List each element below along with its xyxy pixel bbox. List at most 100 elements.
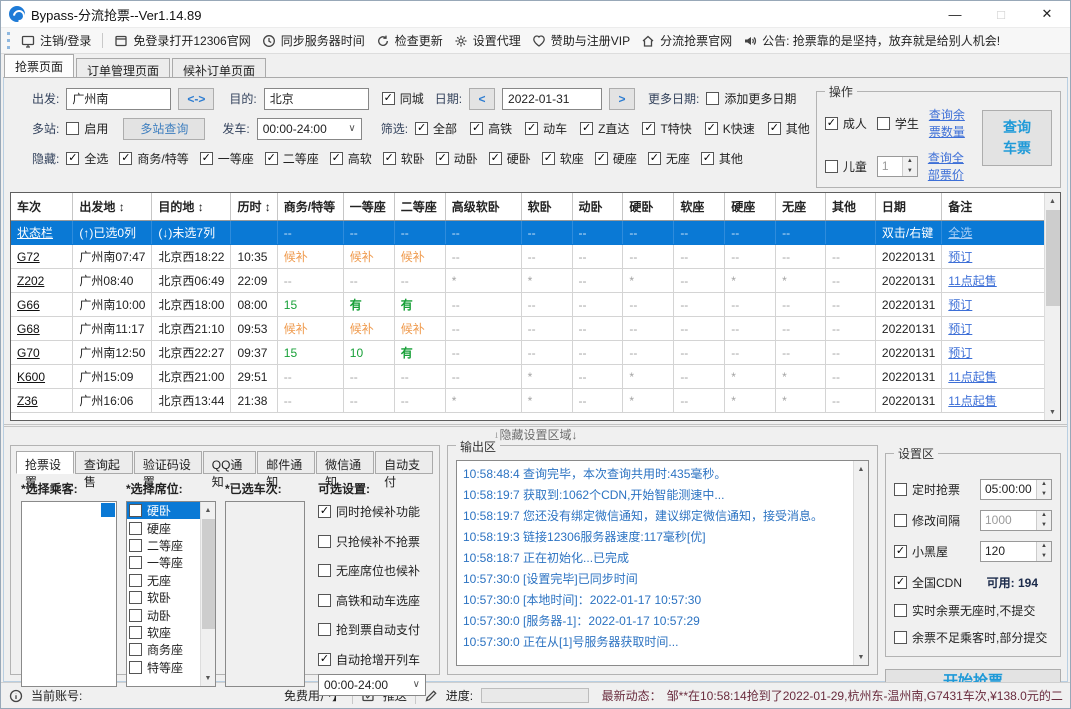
column-header[interactable]: 商务/特等	[277, 193, 344, 221]
train-number-link[interactable]: G72	[17, 250, 40, 264]
child-count-spinner[interactable]: 1 ▲ ▼	[876, 155, 918, 177]
column-header[interactable]: 一等座	[343, 193, 395, 221]
train-number-link[interactable]: Z36	[17, 394, 38, 408]
note-link[interactable]: 11点起售	[948, 394, 996, 408]
query-remaining-link[interactable]: 查询余票数量	[929, 106, 974, 140]
same-city-checkbox[interactable]: ✓ 同城	[381, 90, 424, 107]
seat-option[interactable]: 硬卧	[127, 502, 200, 520]
grab-option-checkbox[interactable]: 高铁和动车选座	[318, 592, 426, 609]
column-header[interactable]: 日期	[875, 193, 943, 221]
seat-checkbox[interactable]: 硬卧	[129, 502, 171, 519]
hide-checkbox[interactable]: ✓ 二等座	[264, 150, 319, 167]
settings-tab-3[interactable]: 验证码设置	[133, 451, 202, 489]
maximize-button[interactable]: □	[978, 1, 1024, 27]
query-tickets-button[interactable]: 查询 车票	[982, 110, 1052, 166]
spinner-up-icon[interactable]: ▲	[1037, 510, 1051, 520]
column-header[interactable]: 历时 ↕	[230, 193, 278, 221]
column-header[interactable]: 无座	[775, 193, 826, 221]
train-row[interactable]: K600 广州15:09 北京西21:00 29:51 -- -- -- -- * -- * -- * *…	[11, 364, 1060, 389]
column-header[interactable]: 二等座	[394, 193, 446, 221]
train-number-link[interactable]: K600	[17, 370, 45, 384]
tab-order-management[interactable]: 订单管理页面	[76, 58, 171, 78]
toolbar-official-site[interactable]: 分流抢票官网	[641, 32, 732, 49]
date-next-button[interactable]: >	[609, 87, 636, 110]
seat-option[interactable]: 无座	[127, 572, 200, 589]
column-header[interactable]: 车次	[11, 193, 74, 221]
setting-spinner[interactable]: 05:00:00 ▲ ▼	[980, 478, 1052, 500]
seat-checkbox[interactable]: 硬座	[129, 520, 171, 537]
table-scrollbar[interactable]: ▲ ▼	[1044, 193, 1060, 420]
status-row[interactable]: 状态栏 (↑)已选0列 (↓)未选7列 -- -- -- -- -- -- -- -- -- -- 双击/…	[11, 220, 1060, 245]
seat-option[interactable]: 硬座	[127, 519, 200, 536]
adult-checkbox[interactable]: ✓ 成人	[824, 115, 867, 132]
dest-station-input[interactable]: 北京	[263, 87, 369, 110]
toolbar-sponsor-vip[interactable]: 赞助与注册VIP	[532, 32, 630, 49]
depart-station-input[interactable]: 广州南	[66, 87, 172, 110]
scroll-down-icon[interactable]: ▼	[854, 649, 868, 665]
scroll-up-icon[interactable]: ▲	[854, 461, 868, 477]
train-number-link[interactable]: G66	[17, 298, 40, 312]
seat-option[interactable]: 软座	[127, 624, 200, 641]
filter-checkbox[interactable]: ✓ Z直达	[580, 120, 629, 137]
setting-checkbox[interactable]: ✓ 小黑屋	[894, 543, 948, 560]
seat-checkbox[interactable]: 二等座	[129, 537, 183, 554]
column-header[interactable]: 出发地 ↕	[72, 193, 153, 221]
filter-checkbox[interactable]: ✓ T特快	[642, 120, 692, 137]
scroll-up-icon[interactable]: ▲	[201, 502, 215, 518]
hide-settings-divider[interactable]: ↓隐藏设置区域↓	[4, 424, 1067, 442]
scroll-down-icon[interactable]: ▼	[1045, 404, 1060, 420]
minimize-button[interactable]: —	[932, 1, 978, 27]
swap-stations-button[interactable]: <->	[178, 87, 215, 110]
spinner-down-icon[interactable]: ▼	[1037, 489, 1051, 499]
selected-trains-listbox[interactable]	[225, 501, 305, 687]
setting-spinner[interactable]: 120 ▲ ▼	[980, 540, 1052, 562]
hide-checkbox[interactable]: ✓ 其他	[700, 150, 743, 167]
student-checkbox[interactable]: 学生	[876, 115, 919, 132]
train-number-link[interactable]: G68	[17, 322, 40, 336]
settings-tab-7[interactable]: 自动支付	[375, 451, 433, 489]
note-link[interactable]: 预订	[948, 250, 972, 264]
column-header[interactable]: 其他	[825, 193, 876, 221]
train-number-link[interactable]: Z202	[17, 274, 44, 288]
spinner-down-icon[interactable]: ▼	[1037, 520, 1051, 530]
filter-checkbox[interactable]: ✓ K快速	[704, 120, 755, 137]
passenger-listbox[interactable]	[21, 501, 117, 687]
cdn-checkbox[interactable]: ✓ 全国CDN	[894, 574, 962, 591]
toolbar-set-proxy[interactable]: 设置代理	[454, 32, 521, 49]
scrollbar-thumb[interactable]	[1046, 210, 1060, 306]
train-row[interactable]: Z202 广州08:40 北京西06:49 22:09 -- -- -- * * -- * -- * * -…	[11, 268, 1060, 293]
tab-waitlist-orders[interactable]: 候补订单页面	[172, 58, 267, 78]
hide-checkbox[interactable]: ✓ 商务/特等	[119, 150, 189, 167]
column-header[interactable]: 动卧	[572, 193, 624, 221]
seat-option[interactable]: 二等座	[127, 537, 200, 554]
output-scrollbar[interactable]: ▲ ▼	[853, 461, 868, 665]
note-link[interactable]: 11点起售	[948, 370, 996, 384]
spinner-up-icon[interactable]: ▲	[1037, 541, 1051, 551]
close-button[interactable]: ✕	[1024, 1, 1070, 27]
output-log[interactable]: 10:58:48:4 查询完毕，本次查询共用时:435毫秒。 10:58:19:7…	[456, 460, 869, 666]
seat-listbox[interactable]: 硬卧 硬座 二等座 一等座 无座 软卧 动卧 软座 商务座 特等座 ▲ ▼	[126, 501, 216, 687]
seat-checkbox[interactable]: 特等座	[129, 659, 183, 676]
settings-tab-2[interactable]: 查询起售	[74, 451, 133, 489]
column-header[interactable]: 软座	[673, 193, 726, 221]
filter-checkbox[interactable]: ✓ 高铁	[470, 120, 512, 137]
grab-option-checkbox[interactable]: ✓ 同时抢候补功能	[318, 503, 426, 520]
multi-station-query-button[interactable]: 多站查询	[123, 117, 206, 140]
settings-tab-1[interactable]: 抢票设置	[16, 451, 74, 489]
hide-checkbox[interactable]: ✓ 高软	[329, 150, 372, 167]
train-row[interactable]: G72 广州南07:47 北京西18:22 10:35 候补 候补 候补 -- -- -- -- --…	[11, 244, 1060, 269]
train-row[interactable]: G66 广州南10:00 北京西18:00 08:00 15 有 有 -- -- -- -- -- --…	[11, 292, 1060, 317]
grab-option-checkbox[interactable]: ✓ 自动抢增开列车	[318, 651, 426, 668]
seat-option[interactable]: 商务座	[127, 641, 200, 658]
note-link[interactable]: 预订	[948, 346, 972, 360]
train-number-link[interactable]: 状态栏	[17, 226, 53, 240]
grab-option-checkbox[interactable]: 无座席位也候补	[318, 562, 426, 579]
note-link[interactable]: 预订	[948, 298, 972, 312]
seat-list-scrollbar[interactable]: ▲ ▼	[200, 502, 215, 686]
filter-checkbox[interactable]: ✓ 全部	[415, 120, 457, 137]
train-row[interactable]: Z36 广州16:06 北京西13:44 21:38 -- -- -- * * -- * -- * * --…	[11, 388, 1060, 413]
seat-option[interactable]: 特等座	[127, 659, 200, 676]
train-number-link[interactable]: G70	[17, 346, 40, 360]
setting-checkbox[interactable]: 余票不足乘客时,部分提交	[894, 629, 1052, 646]
note-link[interactable]: 全选	[948, 226, 972, 240]
